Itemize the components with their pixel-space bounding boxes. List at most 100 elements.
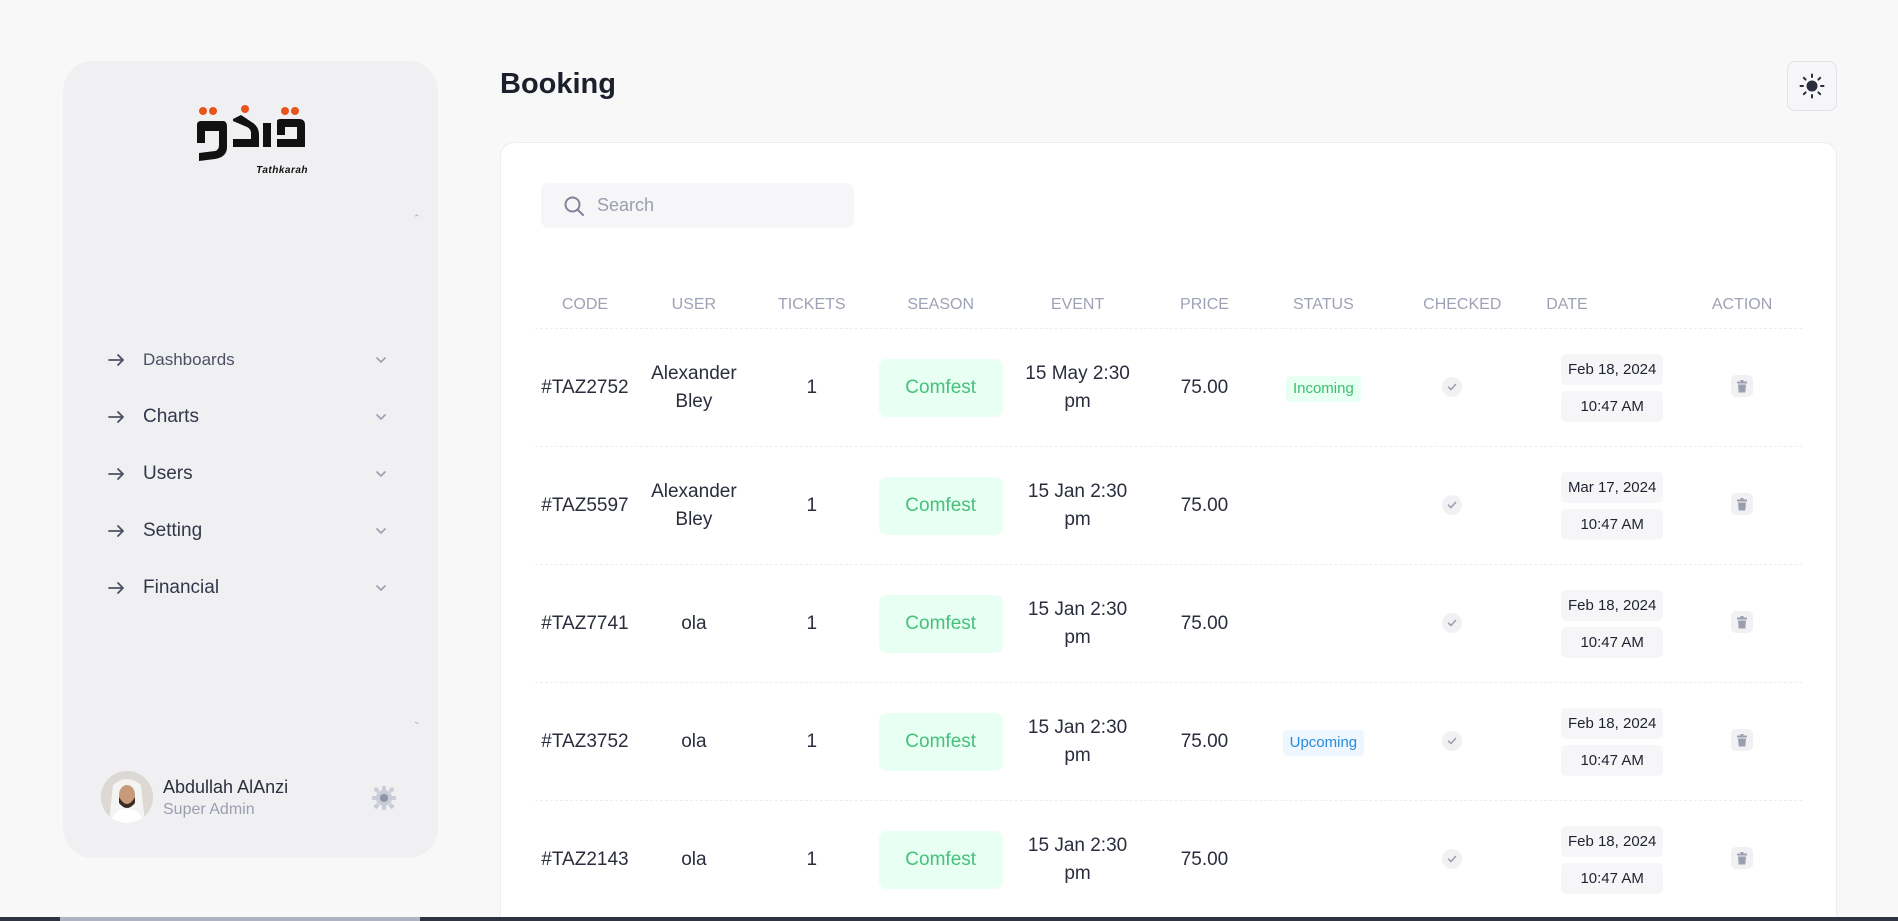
event-time-line: pm	[1064, 390, 1091, 412]
check-icon[interactable]	[1442, 376, 1463, 397]
chevron-down-icon[interactable]	[374, 467, 388, 481]
checked-cell	[1382, 846, 1542, 874]
scroll-down-indicator[interactable]: ⌄	[413, 716, 421, 727]
sidebar-nav: Dashboards Charts Users Setting Financial	[108, 331, 388, 616]
booking-code: #TAZ3752	[541, 730, 629, 752]
column-header-checked[interactable]: CHECKED	[1382, 296, 1542, 314]
table-row[interactable]: #TAZ2143 ola 1 Comfest 15 Jan 2:30 pm 75.00 Feb…	[535, 801, 1802, 919]
ticket-count: 1	[806, 376, 818, 398]
column-header-event[interactable]: EVENT	[1011, 296, 1145, 314]
column-header-code[interactable]: CODE	[535, 296, 635, 314]
check-icon[interactable]	[1442, 612, 1463, 633]
season-cell: Comfest	[871, 594, 1011, 653]
search-box[interactable]	[541, 183, 854, 228]
date-chip: Feb 18, 2024	[1561, 825, 1664, 857]
booking-user: ola	[635, 846, 753, 874]
booking-code: #TAZ2143	[541, 848, 629, 870]
chevron-down-icon[interactable]	[374, 410, 388, 424]
time-chip: 10:47 AM	[1561, 508, 1664, 540]
user-name-line: Alexander	[651, 362, 737, 384]
table-row[interactable]: #TAZ3752 ola 1 Comfest 15 Jan 2:30 pm 75.00 Upc…	[535, 683, 1802, 801]
scroll-up-indicator[interactable]: ⌃	[413, 213, 421, 224]
price: 75.00	[1180, 494, 1229, 516]
check-icon[interactable]	[1442, 494, 1463, 515]
ticket-count: 1	[806, 494, 818, 516]
chevron-down-icon[interactable]	[374, 353, 388, 367]
sidebar-item-users[interactable]: Users	[108, 445, 388, 502]
time-chip: 10:47 AM	[1561, 744, 1664, 776]
table-row[interactable]: #TAZ7741 ola 1 Comfest 15 Jan 2:30 pm 75.00 Feb…	[535, 565, 1802, 683]
event-cell: 15 Jan 2:30 pm	[1011, 478, 1145, 534]
event-time-line: pm	[1064, 626, 1091, 648]
sidebar: Tathkarah ⌃ Dashboards Charts Users Setting…	[63, 61, 438, 858]
trash-icon[interactable]	[1731, 729, 1754, 751]
column-header-user[interactable]: USER	[635, 296, 753, 314]
date-chip: Feb 18, 2024	[1561, 707, 1664, 739]
date-cell: Feb 18, 2024 10:47 AM	[1542, 707, 1682, 776]
scrollbar-thumb[interactable]	[60, 917, 420, 921]
date-chip: Mar 17, 2024	[1561, 471, 1664, 503]
user-name-line: Bley	[675, 390, 713, 412]
season-badge: Comfest	[878, 594, 1003, 653]
user-name-line: ola	[681, 612, 707, 634]
checked-cell	[1382, 610, 1542, 638]
trash-icon[interactable]	[1731, 493, 1754, 515]
checked-cell	[1382, 374, 1542, 402]
sidebar-item-label: Setting	[143, 519, 203, 541]
sidebar-item-label: Charts	[143, 405, 199, 427]
sidebar-item-charts[interactable]: Charts	[108, 388, 388, 445]
sidebar-item-setting[interactable]: Setting	[108, 502, 388, 559]
season-cell: Comfest	[871, 358, 1011, 417]
booking-card: CODEUSERTICKETSSEASONEVENTPRICESTATUSCHE…	[500, 142, 1837, 921]
bottom-scrollbar[interactable]	[0, 917, 1898, 921]
check-icon[interactable]	[1442, 848, 1463, 869]
trash-icon[interactable]	[1731, 847, 1754, 869]
action-cell	[1682, 728, 1802, 756]
column-header-status[interactable]: STATUS	[1264, 296, 1382, 314]
sidebar-item-financial[interactable]: Financial	[108, 559, 388, 616]
event-time-line: 15 Jan 2:30	[1027, 834, 1128, 856]
column-header-tickets[interactable]: TICKETS	[753, 296, 871, 314]
brand-logo: Tathkarah	[193, 103, 308, 183]
event-time-line: 15 Jan 2:30	[1027, 716, 1128, 738]
action-cell	[1682, 846, 1802, 874]
sidebar-item-dashboards[interactable]: Dashboards	[108, 331, 388, 388]
chevron-down-icon[interactable]	[374, 581, 388, 595]
user-profile[interactable]: Abdullah AlAnzi Super Admin	[101, 771, 401, 823]
action-cell	[1682, 492, 1802, 520]
arrow-right-icon	[108, 524, 126, 538]
column-header-season[interactable]: SEASON	[871, 296, 1011, 314]
column-header-price[interactable]: PRICE	[1145, 296, 1265, 314]
check-icon[interactable]	[1442, 730, 1463, 751]
search-icon	[563, 195, 585, 217]
status-cell: Upcoming	[1264, 728, 1382, 756]
profile-role: Super Admin	[163, 801, 255, 818]
user-name-line: ola	[681, 730, 707, 752]
profile-name: Abdullah AlAnzi	[163, 777, 289, 797]
booking-user: ola	[635, 728, 753, 756]
table-row[interactable]: #TAZ2752 Alexander Bley 1 Comfest 15 May 2:30…	[535, 329, 1802, 447]
theme-toggle-button[interactable]	[1787, 61, 1837, 111]
event-time-line: pm	[1064, 508, 1091, 530]
date-cell: Feb 18, 2024 10:47 AM	[1542, 825, 1682, 894]
arrow-right-icon	[108, 353, 126, 367]
chevron-down-icon[interactable]	[374, 524, 388, 538]
status-cell: Incoming	[1264, 374, 1382, 402]
settings-gear-icon[interactable]	[371, 785, 397, 811]
avatar[interactable]	[101, 771, 153, 823]
season-cell: Comfest	[871, 830, 1011, 889]
sidebar-item-label: Financial	[143, 576, 220, 598]
search-input[interactable]	[597, 195, 837, 216]
table-row[interactable]: #TAZ5597 Alexander Bley 1 Comfest 15 Jan 2:30…	[535, 447, 1802, 565]
event-cell: 15 Jan 2:30 pm	[1011, 596, 1145, 652]
sidebar-item-label: Users	[143, 462, 193, 484]
column-header-action[interactable]: ACTION	[1682, 296, 1802, 314]
trash-icon[interactable]	[1731, 611, 1754, 633]
event-cell: 15 May 2:30 pm	[1011, 360, 1145, 416]
ticket-count: 1	[806, 612, 818, 634]
time-chip: 10:47 AM	[1561, 862, 1664, 894]
column-header-date[interactable]: DATE	[1542, 296, 1682, 314]
season-badge: Comfest	[878, 476, 1003, 535]
trash-icon[interactable]	[1731, 375, 1754, 397]
booking-code: #TAZ2752	[541, 376, 629, 398]
